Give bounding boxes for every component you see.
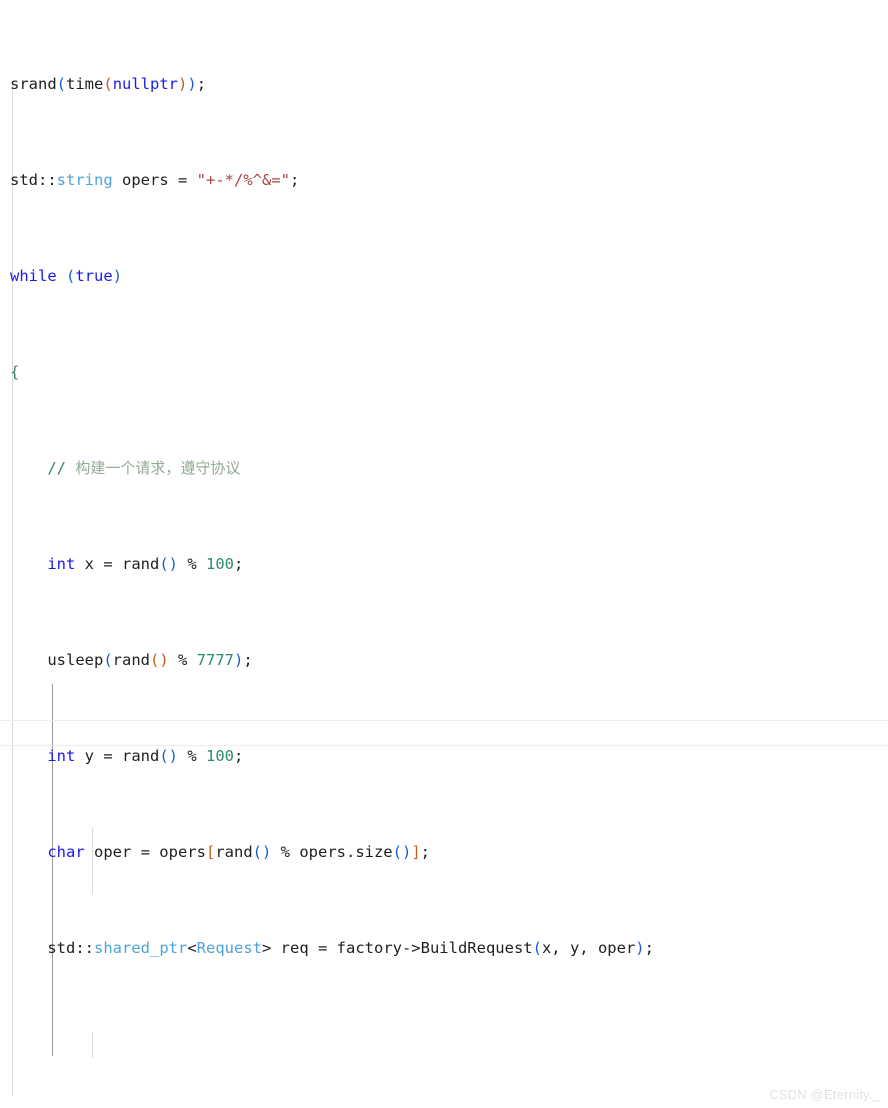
code-line[interactable]: // 构建一个请求，遵守协议 xyxy=(0,456,888,480)
code-line[interactable]: srand(time(nullptr)); xyxy=(0,72,888,96)
code-line[interactable]: int x = rand() % 100; xyxy=(0,552,888,576)
code-line[interactable]: std::string opers = "+-*/%^&="; xyxy=(0,168,888,192)
code-line[interactable]: char oper = opers[rand() % opers.size()]… xyxy=(0,840,888,864)
code-line[interactable]: int y = rand() % 100; xyxy=(0,744,888,768)
code-line[interactable]: while (true) xyxy=(0,264,888,288)
code-content[interactable]: srand(time(nullptr)); std::string opers … xyxy=(0,0,888,1108)
code-editor[interactable]: srand(time(nullptr)); std::string opers … xyxy=(0,0,888,1108)
code-line[interactable]: { xyxy=(0,360,888,384)
csdn-watermark: CSDN @Eternity._ xyxy=(769,1087,880,1102)
code-line[interactable]: std::shared_ptr<Request> req = factory->… xyxy=(0,936,888,960)
code-line[interactable]: usleep(rand() % 7777); xyxy=(0,648,888,672)
code-line-blank[interactable] xyxy=(0,1032,888,1056)
